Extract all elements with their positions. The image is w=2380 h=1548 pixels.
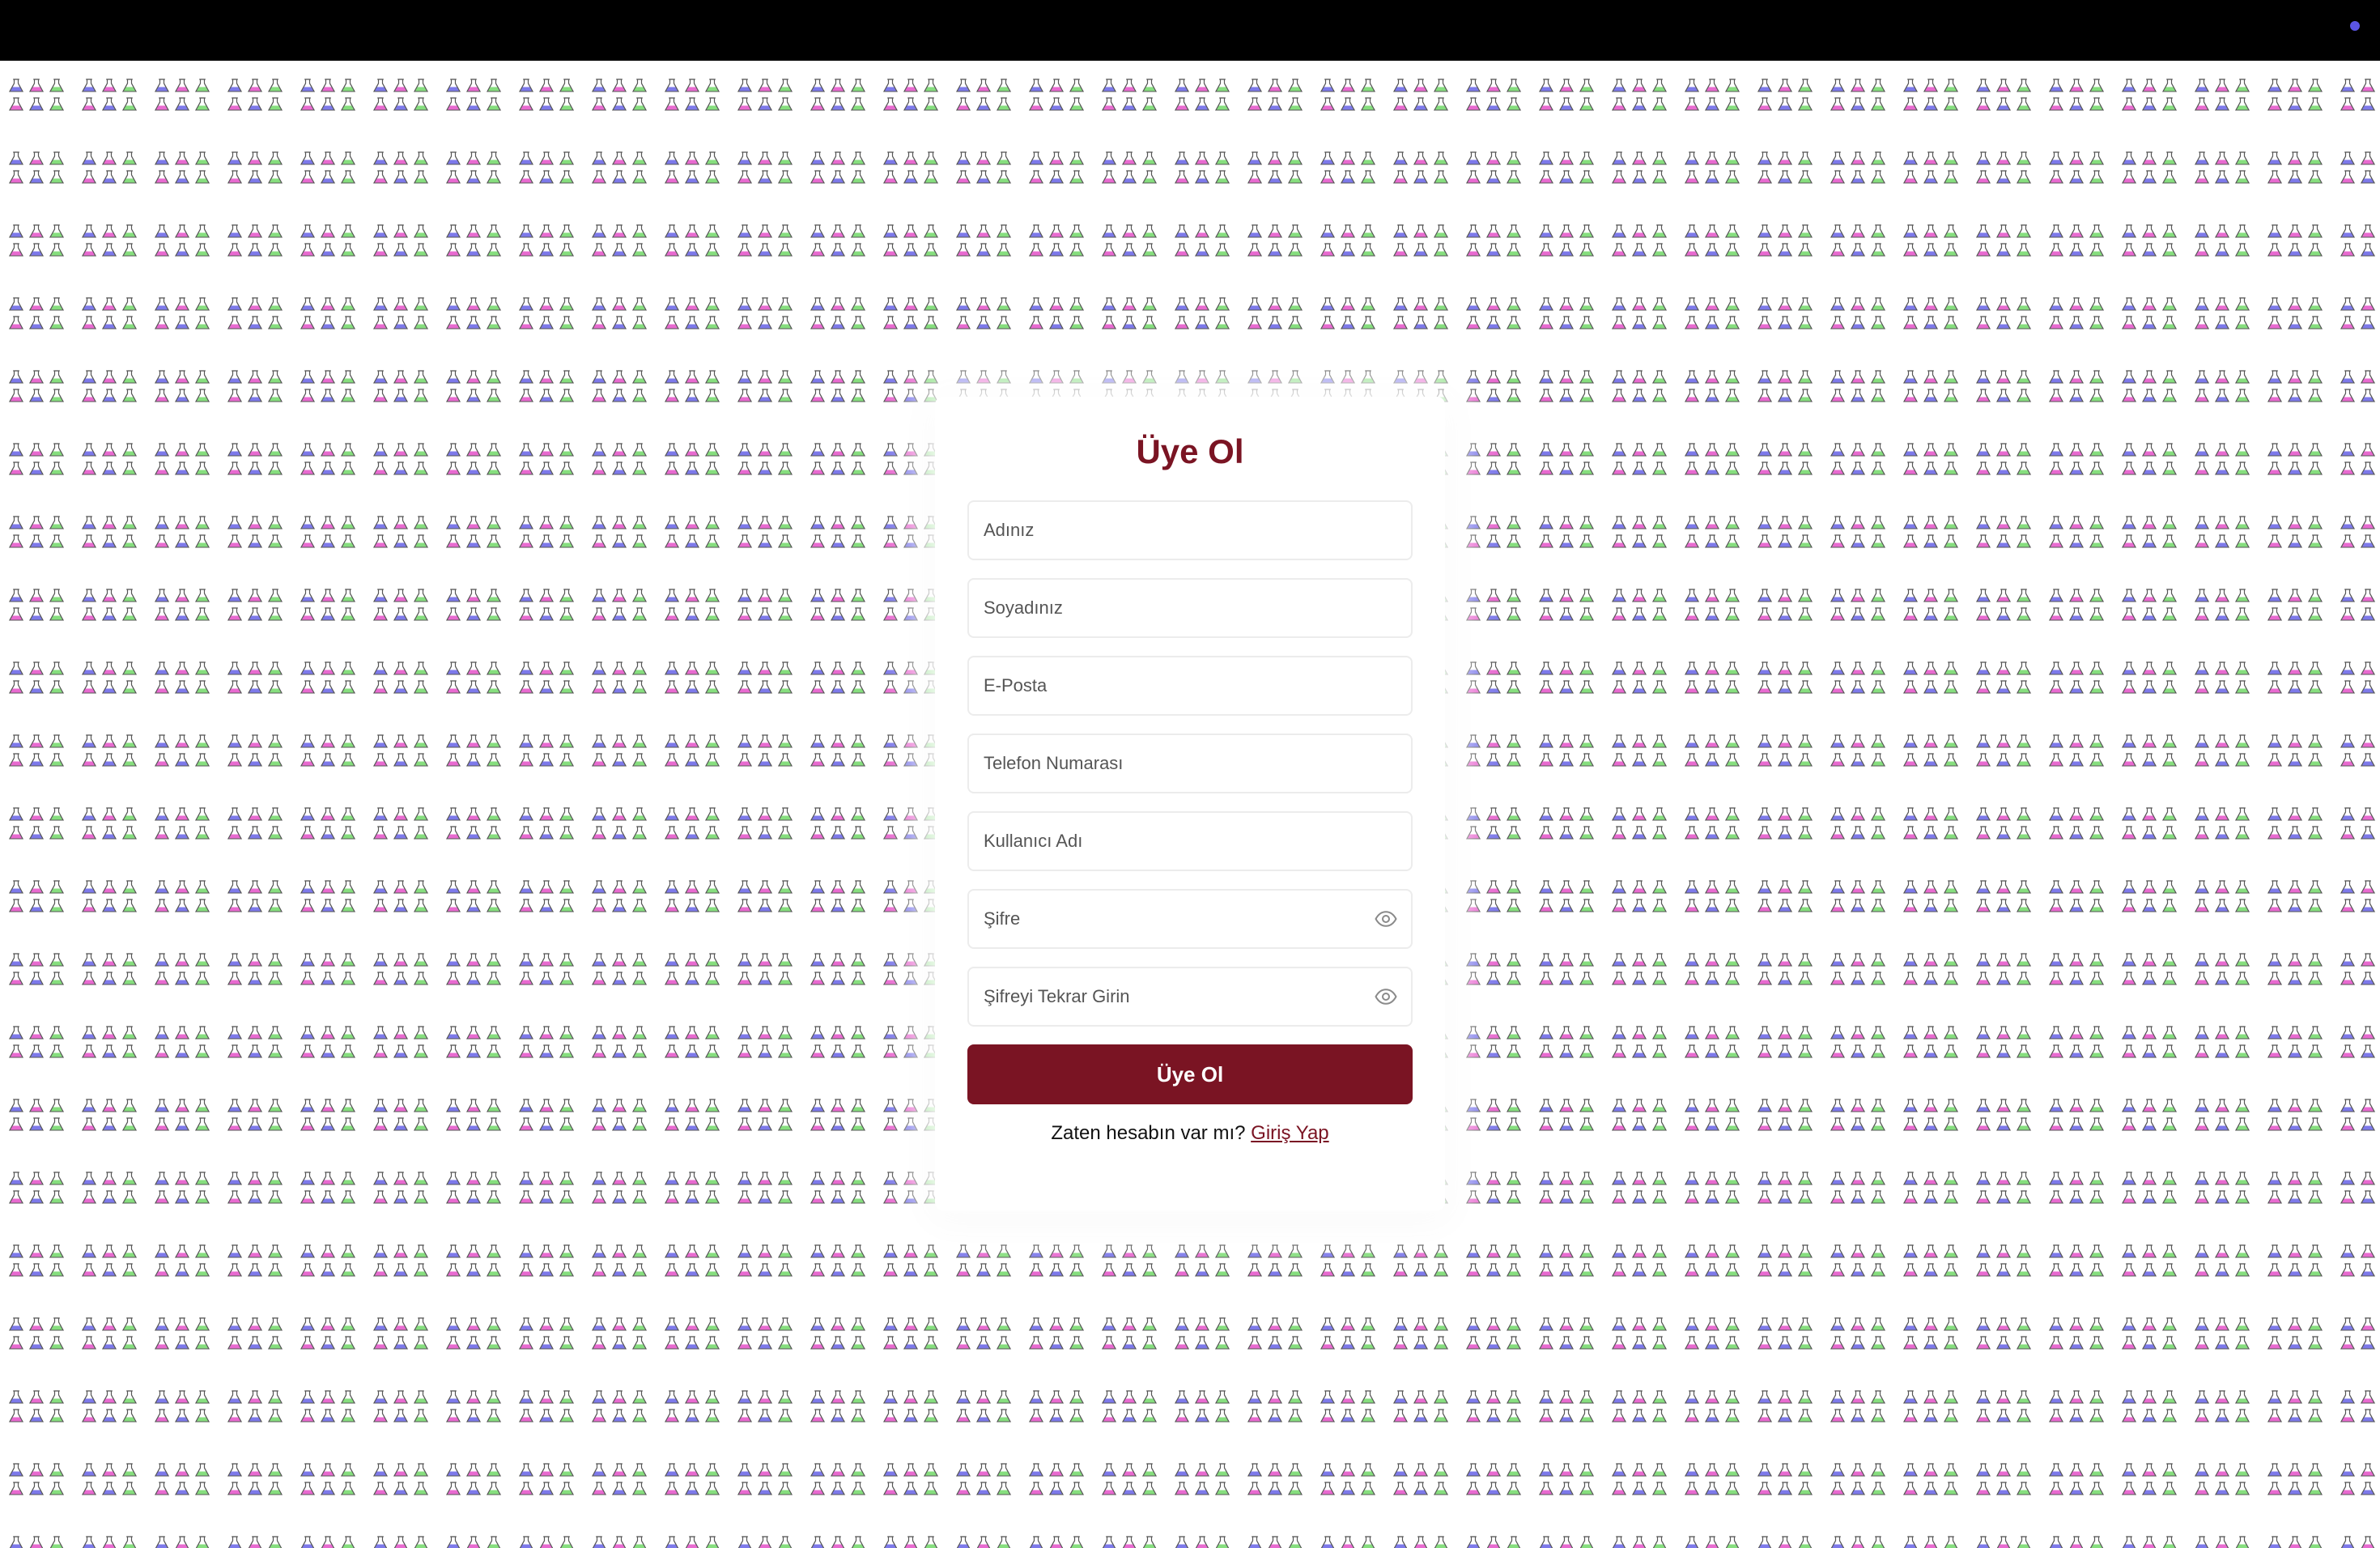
login-link[interactable]: Giriş Yap [1251, 1122, 1328, 1144]
login-prompt: Zaten hesabın var mı? Giriş Yap [967, 1122, 1413, 1145]
first-name-field-wrapper [967, 500, 1413, 560]
signup-submit-button[interactable]: Üye Ol [967, 1044, 1413, 1104]
top-bar [0, 0, 2380, 61]
first-name-input[interactable] [969, 502, 1411, 559]
password-input[interactable] [969, 891, 1411, 947]
last-name-field-wrapper [967, 578, 1413, 638]
signup-form [967, 500, 1413, 1027]
page-title: Üye Ol [1136, 432, 1244, 470]
login-prompt-text: Zaten hesabın var mı? [1051, 1122, 1246, 1144]
signup-card: Üye Ol Adınız Soyadınız E-Posta Telefon … [935, 397, 1445, 1210]
eye-icon[interactable] [1374, 907, 1398, 931]
username-field-wrapper [967, 811, 1413, 871]
email-field-wrapper [967, 656, 1413, 716]
phone-field-wrapper [967, 734, 1413, 793]
username-input[interactable] [969, 813, 1411, 870]
password-confirm-field-wrapper [967, 967, 1413, 1027]
status-dot [2350, 21, 2360, 31]
eye-icon[interactable] [1374, 985, 1398, 1009]
password-confirm-input[interactable] [969, 968, 1411, 1025]
last-name-input[interactable] [969, 580, 1411, 636]
phone-input[interactable] [969, 735, 1411, 792]
password-field-wrapper [967, 889, 1413, 949]
email-input[interactable] [969, 657, 1411, 714]
